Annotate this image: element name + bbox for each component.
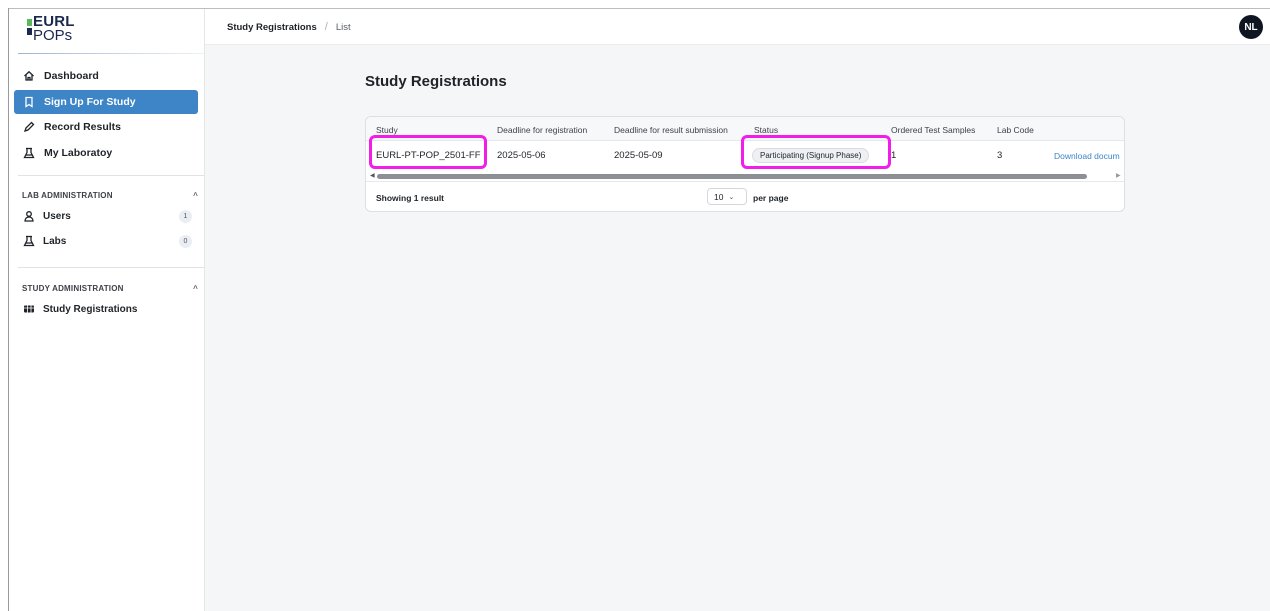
sidebar-item-labs[interactable]: Labs 0 [22,232,192,250]
scroll-right-icon[interactable]: ▶ [1116,172,1121,179]
sidebar: EURL POPs Dashboard Sign Up For Study Re… [9,9,205,611]
sidebar-item-users[interactable]: Users 1 [22,207,192,225]
labs-count-badge: 0 [179,234,192,248]
flask-icon [22,235,35,248]
chevron-down-icon: ⌄ [728,193,735,201]
column-header-ordered-test-samples[interactable]: Ordered Test Samples [891,125,975,135]
main-content: Study Registrations Study Deadline for r… [205,45,1270,611]
logo-mark-icon [27,19,32,35]
breadcrumb-list: List [335,21,351,33]
column-header-deadline-registration[interactable]: Deadline for registration [497,125,587,135]
sidebar-item-study-registrations[interactable]: Study Registrations [22,300,192,318]
scroll-left-icon[interactable]: ◀ [370,172,375,179]
column-header-status[interactable]: Status [754,125,778,135]
cell-deadline-registration: 2025-05-06 [497,150,546,161]
bookmark-icon [22,95,36,109]
column-header-deadline-results[interactable]: Deadline for result submission [614,125,728,135]
cell-lab-code: 3 [997,150,1003,161]
main-nav: Dashboard Sign Up For Study Record Resul… [14,64,198,166]
flask-icon [22,146,36,160]
cell-deadline-results: 2025-05-09 [614,150,663,161]
chevron-up-icon: ^ [193,284,198,293]
scrollbar-thumb[interactable] [377,174,1087,179]
chevron-up-icon: ^ [193,191,198,200]
breadcrumb: Study Registrations / List [227,21,351,33]
sidebar-item-dashboard[interactable]: Dashboard [14,64,198,88]
per-page-select[interactable]: 10 ⌄ [707,188,747,205]
sidebar-divider [18,267,204,268]
sidebar-item-label: Users [43,210,71,222]
logo-divider [18,53,204,54]
per-page-value: 10 [714,191,724,202]
per-page-label: per page [753,193,789,203]
column-header-lab-code[interactable]: Lab Code [997,125,1034,135]
breadcrumb-separator: / [324,21,328,33]
section-title: LAB ADMINISTRATION [22,191,113,200]
sidebar-item-label: My Laboratoy [44,146,113,159]
results-count: Showing 1 result [376,193,445,203]
sidebar-item-label: Sign Up For Study [44,95,136,108]
sidebar-item-label: Labs [43,235,67,247]
download-documents-link[interactable]: Download docum [1054,151,1120,161]
home-icon [22,69,36,83]
cell-ordered-test-samples: 1 [891,150,897,161]
sidebar-item-label: Record Results [44,121,122,133]
sidebar-item-record-results[interactable]: Record Results [14,115,198,139]
study-administration-header[interactable]: STUDY ADMINISTRATION ^ [22,284,198,293]
highlight-status [741,135,891,169]
section-title: STUDY ADMINISTRATION [22,284,124,293]
brand-logo[interactable]: EURL POPs [27,14,75,51]
lab-administration-header[interactable]: LAB ADMINISTRATION ^ [22,191,198,200]
sidebar-item-label: Dashboard [44,70,99,82]
table-footer-divider [366,181,1124,182]
sidebar-item-my-laboratoy[interactable]: My Laboratoy [14,141,198,165]
horizontal-scrollbar[interactable]: ◀ ▶ [366,171,1124,181]
registrations-table-card: Study Deadline for registration Deadline… [365,116,1125,212]
page-title: Study Registrations [365,73,507,90]
column-header-study[interactable]: Study [376,125,398,135]
user-avatar[interactable]: NL [1239,15,1263,39]
table-icon [22,303,35,316]
breadcrumb-study-registrations[interactable]: Study Registrations [227,22,317,33]
users-count-badge: 1 [179,209,192,223]
user-icon [22,210,35,223]
highlight-study [369,135,487,169]
top-bar: Study Registrations / List NL [205,9,1270,45]
sidebar-item-sign-up-for-study[interactable]: Sign Up For Study [14,89,198,114]
sidebar-divider [18,175,204,176]
pencil-icon [22,120,36,134]
brand-line-2: POPs [33,27,73,44]
sidebar-item-label: Study Registrations [43,303,138,315]
